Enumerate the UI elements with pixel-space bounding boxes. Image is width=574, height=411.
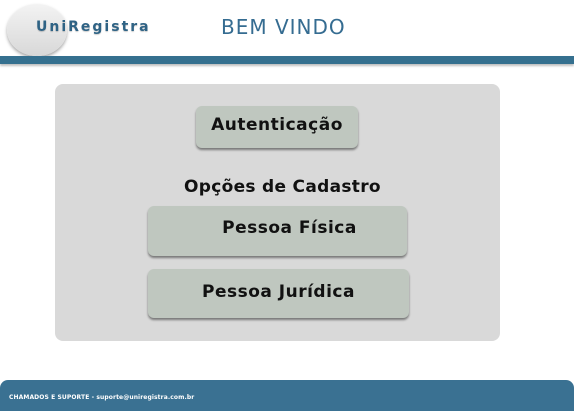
pessoa-juridica-button[interactable]: Pessoa Jurídica — [148, 269, 409, 318]
header: UniRegistra BEM VINDO — [0, 0, 574, 56]
logo-text[interactable]: UniRegistra — [36, 19, 151, 35]
header-divider-bar — [0, 56, 574, 64]
welcome-title: BEM VINDO — [221, 15, 346, 39]
footer: CHAMADOS E SUPORTE - suporte@uniregistra… — [0, 380, 574, 411]
pessoa-fisica-button[interactable]: Pessoa Física — [148, 206, 407, 256]
registration-options-title: Opções de Cadastro — [184, 177, 381, 197]
support-contact-text: CHAMADOS E SUPORTE - suporte@uniregistra… — [9, 394, 195, 401]
authentication-button[interactable]: Autenticação — [196, 106, 358, 148]
